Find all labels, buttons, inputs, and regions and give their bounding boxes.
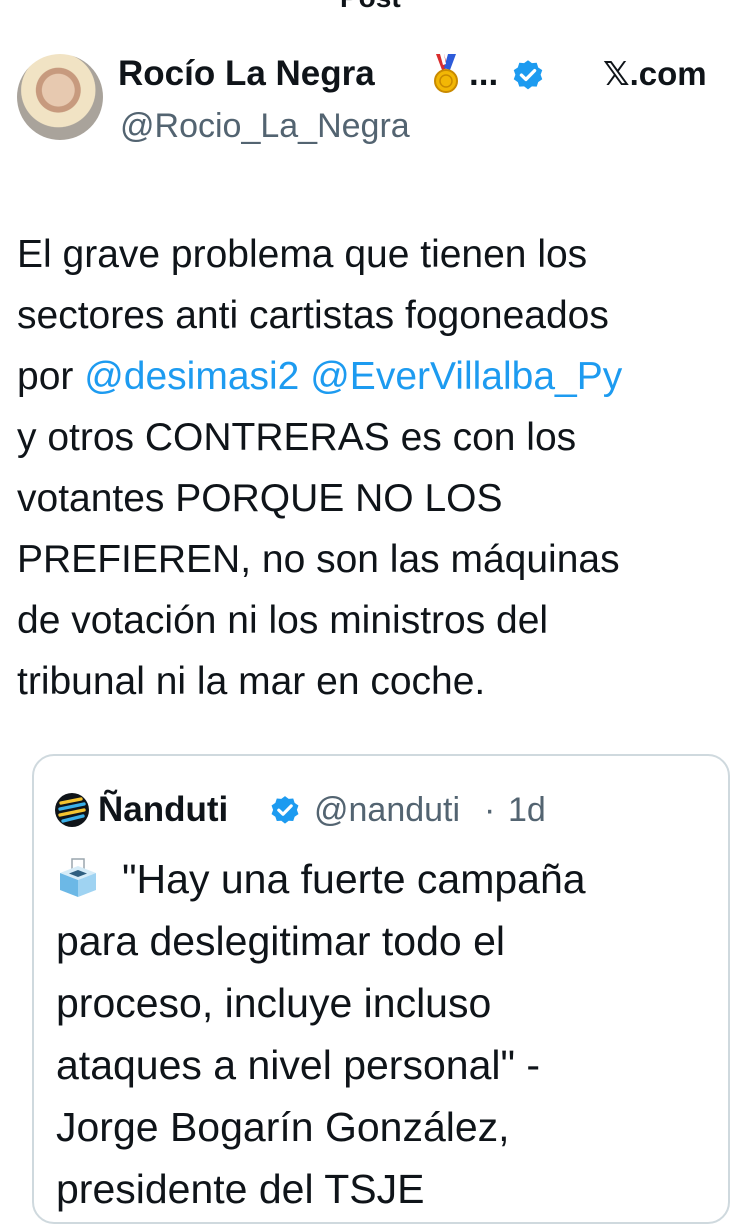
tweet-text-segment: El grave problema que tienen los — [17, 233, 588, 276]
separator-dot: · — [484, 791, 496, 829]
tweet-text-segment: PREFIEREN, no son las máquinas — [17, 538, 620, 581]
name-ellipsis: ... — [469, 54, 499, 93]
quoted-text-line: Jorge Bogarín González, — [56, 1104, 510, 1150]
tweet-text-segment: tribunal ni la mar en coche. — [17, 660, 486, 703]
tweet-text-line: y otros CONTRERAS es con los — [17, 407, 739, 468]
quoted-author-handle[interactable]: @nanduti — [314, 788, 460, 832]
verified-icon — [513, 60, 543, 90]
quoted-tweet-text: "Hay una fuerte campaña para deslegitima… — [56, 848, 716, 1220]
tweet-text-line: PREFIEREN, no son las máquinas — [17, 529, 739, 590]
quoted-timestamp[interactable]: 1d — [508, 788, 546, 832]
ballot-box-icon — [60, 858, 96, 897]
quoted-text-line: presidente del TSJE — [56, 1166, 425, 1212]
quoted-text-line: "Hay una fuerte campaña — [56, 848, 716, 910]
tweet-text-line: sectores anti cartistas fogoneados — [17, 285, 739, 346]
medal-icon — [434, 54, 458, 93]
tweet-text-line: por @desimasi2 @EverVillalba_Py — [17, 346, 739, 407]
mention-link[interactable]: @EverVillalba_Py — [310, 355, 622, 398]
page-title: Post — [340, 0, 401, 12]
tweet-text-line: de votación ni los ministros del — [17, 590, 739, 651]
quoted-text-line: para deslegitimar todo el — [56, 918, 505, 964]
top-navigation-bar: ‹ Post — [0, 0, 748, 14]
source-label: 𝕏.com — [603, 55, 707, 92]
verified-icon — [271, 796, 299, 824]
back-arrow-icon[interactable]: ‹ — [14, 0, 24, 8]
tweet-text-segment: por — [17, 355, 85, 398]
quoted-text-line: ataques a nivel personal" - — [56, 1042, 541, 1088]
avatar[interactable] — [17, 54, 103, 140]
author-handle[interactable]: @Rocio_La_Negra — [120, 104, 410, 148]
quoted-author-name[interactable]: Ñanduti — [98, 788, 228, 832]
tweet-text-line: tribunal ni la mar en coche. — [17, 651, 739, 712]
nanduti-logo-icon — [55, 793, 89, 827]
tweet-text-segment: sectores anti cartistas fogoneados — [17, 294, 609, 337]
tweet-text: El grave problema que tienen los sectores… — [17, 224, 739, 712]
tweet-text-line: votantes PORQUE NO LOS — [17, 468, 739, 529]
tweet-text-segment — [299, 355, 310, 398]
tweet-text-segment: votantes PORQUE NO LOS — [17, 477, 503, 520]
author-name[interactable]: Rocío La Negra — [118, 52, 375, 96]
tweet-text-segment: de votación ni los ministros del — [17, 599, 549, 642]
quoted-text-line: proceso, incluye incluso — [56, 980, 492, 1026]
mention-link[interactable]: @desimasi2 — [84, 355, 299, 398]
tweet-text-segment: y otros CONTRERAS es con los — [17, 416, 577, 459]
tweet-text-line: El grave problema que tienen los — [17, 224, 739, 285]
quoted-tweet-card[interactable]: Ñanduti @nanduti · 1d "Hay una fuerte ca… — [32, 754, 730, 1224]
